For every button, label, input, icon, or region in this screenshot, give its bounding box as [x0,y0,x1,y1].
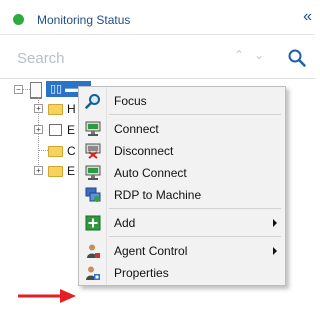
agent-icon [87,244,100,258]
folder-icon [48,166,63,177]
monitor-disconnect-icon [85,143,101,159]
expand-expander-icon[interactable]: + [34,125,43,134]
panel-header: Monitoring Status « [0,0,315,35]
menu-item-rdp[interactable]: RDP to Machine [79,184,285,206]
menu-item-label: Connect [114,122,159,136]
annotation-arrow-icon [18,289,76,303]
menu-item-label: Add [114,216,136,230]
folder-icon [48,104,63,115]
submenu-arrow-icon [273,219,277,227]
calendar-icon [49,124,62,136]
next-match-icon[interactable]: ⌄ [254,48,264,62]
tree-item-label[interactable]: C [67,144,76,158]
tree-item-label[interactable]: H [67,102,76,116]
collapse-icon[interactable]: « [303,9,312,25]
menu-separator [109,208,281,209]
menu-item-label: Focus [114,94,147,108]
collapse-expander-icon[interactable]: − [14,85,23,94]
menu-separator [109,114,281,115]
expand-expander-icon[interactable]: + [34,166,43,175]
menu-item-label: Agent Control [114,244,188,258]
tree-item-label[interactable]: E [67,123,75,137]
panel-title: Monitoring Status [37,13,131,27]
tree-line [23,89,30,90]
rdp-icon [85,187,101,202]
tree-item-label[interactable]: E [67,164,75,178]
menu-item-disconnect[interactable]: Disconnect [79,140,285,162]
menu-separator [109,236,281,237]
menu-item-focus[interactable]: Focus [79,90,285,112]
menu-item-connect[interactable]: Connect [79,118,285,140]
monitor-auto-icon [85,165,101,180]
expand-expander-icon[interactable]: + [34,104,43,113]
search-input[interactable] [15,46,219,70]
magnifier-icon [85,94,100,109]
menu-item-agent-control[interactable]: Agent Control [79,240,285,262]
monitor-connect-icon [85,121,101,136]
context-menu: Focus Connect Disconnect Auto Connect RD… [78,86,286,286]
menu-item-label: Disconnect [114,144,174,158]
menu-item-label: Properties [114,266,169,280]
menu-item-label: RDP to Machine [114,188,202,202]
previous-match-icon[interactable]: ⌃ [234,48,244,62]
status-indicator-icon [13,14,24,25]
search-icon[interactable] [288,49,306,67]
properties-icon [86,266,100,280]
menu-item-add[interactable]: Add [79,212,285,234]
add-icon [85,215,101,231]
folder-icon [48,146,63,157]
menu-item-label: Auto Connect [114,166,187,180]
menu-item-auto-connect[interactable]: Auto Connect [79,162,285,184]
submenu-arrow-icon [273,247,277,255]
search-bar: ⌃ ⌄ [0,38,315,79]
building-icon [30,82,42,99]
menu-item-properties[interactable]: Properties [79,262,285,284]
tree-line [38,150,48,151]
